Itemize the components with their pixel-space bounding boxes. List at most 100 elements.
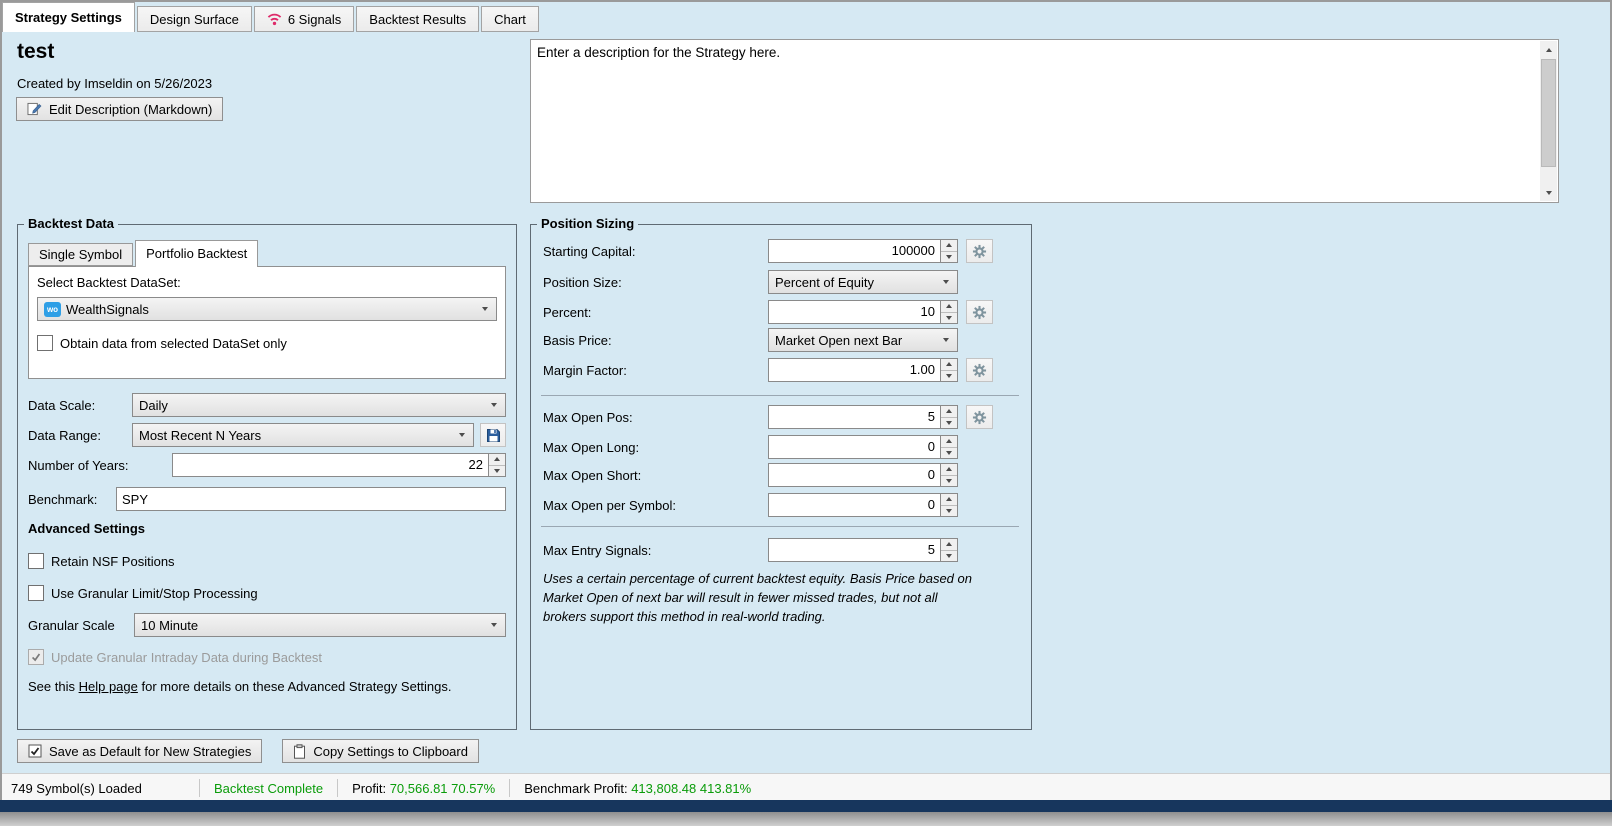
tab-signals[interactable]: 6 Signals [254,6,354,32]
position-size-row: Position Size: Percent of Equity [543,270,1019,294]
scroll-down-button[interactable] [1540,184,1557,201]
help-prefix: See this [28,679,79,694]
max-open-long-spinner[interactable]: 0 [768,435,958,459]
position-size-label: Position Size: [543,275,768,290]
margin-factor-gear-button[interactable] [966,358,993,382]
spin-up-button[interactable] [941,359,957,371]
margin-factor-spinner[interactable]: 1.00 [768,358,958,382]
position-size-value: Percent of Equity [775,275,939,290]
help-suffix: for more details on these Advanced Strat… [138,679,452,694]
percent-gear-button[interactable] [966,300,993,324]
spinner-stepper [940,359,957,381]
update-granular-checkbox[interactable] [28,649,44,665]
edit-pencil-icon [27,102,42,116]
granular-limit-checkbox[interactable] [28,585,44,601]
spin-up-button[interactable] [941,240,957,252]
spin-down-button[interactable] [941,418,957,429]
max-open-pos-label: Max Open Pos: [543,410,768,425]
max-open-pos-gear-button[interactable] [966,405,993,429]
tab-label: Backtest Results [369,12,466,27]
tab-portfolio-backtest[interactable]: Portfolio Backtest [135,240,258,267]
granular-scale-combobox[interactable]: 10 Minute [134,613,506,637]
granular-limit-row: Use Granular Limit/Stop Processing [28,583,258,603]
starting-capital-gear-button[interactable] [966,239,993,263]
scroll-up-button[interactable] [1540,41,1557,58]
spin-down-button[interactable] [941,252,957,263]
percent-value: 10 [769,301,940,323]
data-range-value: Most Recent N Years [139,428,455,443]
spin-up-button[interactable] [941,436,957,448]
description-scrollbar[interactable] [1540,41,1557,201]
tab-single-symbol[interactable]: Single Symbol [28,243,133,266]
obtain-only-label: Obtain data from selected DataSet only [60,336,287,351]
spin-up-button[interactable] [489,454,505,466]
save-data-range-button[interactable] [480,423,506,447]
scroll-track[interactable] [1540,168,1557,184]
description-editor[interactable]: Enter a description for the Strategy her… [530,39,1559,203]
max-open-pos-row: Max Open Pos: 5 [543,405,1019,429]
percent-row: Percent: 10 [543,300,1019,324]
data-range-combobox[interactable]: Most Recent N Years [132,423,474,447]
position-size-combobox[interactable]: Percent of Equity [768,270,958,294]
benchmark-label: Benchmark: [28,492,110,507]
spin-down-button[interactable] [941,448,957,459]
checked-checkbox-icon [28,744,42,758]
chevron-down-icon [939,338,953,342]
max-open-short-spinner[interactable]: 0 [768,463,958,487]
position-sizing-group: Position Sizing Starting Capital: 100000… [530,224,1032,730]
max-open-per-symbol-row: Max Open per Symbol: 0 [543,493,1019,517]
tab-label: 6 Signals [288,12,341,27]
spin-down-button[interactable] [941,313,957,324]
divider [541,395,1019,396]
desktop-background [0,812,1612,826]
copy-settings-label: Copy Settings to Clipboard [313,744,468,759]
backtest-data-tabs: Single Symbol Portfolio Backtest [28,240,260,266]
edit-description-button[interactable]: Edit Description (Markdown) [16,97,223,121]
spin-up-button[interactable] [941,464,957,476]
retain-nsf-checkbox[interactable] [28,553,44,569]
max-open-per-symbol-spinner[interactable]: 0 [768,493,958,517]
spin-up-button[interactable] [941,406,957,418]
max-entry-signals-spinner[interactable]: 5 [768,538,958,562]
spin-down-button[interactable] [489,466,505,477]
chevron-down-icon [455,433,469,437]
spin-up-button[interactable] [941,539,957,551]
profit-value: 70,566.81 70.57% [390,781,496,796]
starting-capital-spinner[interactable]: 100000 [768,239,958,263]
tab-design-surface[interactable]: Design Surface [137,6,252,32]
percent-spinner[interactable]: 10 [768,300,958,324]
obtain-only-checkbox[interactable] [37,335,53,351]
max-open-pos-spinner[interactable]: 5 [768,405,958,429]
dataset-combobox[interactable]: wo WealthSignals [37,297,497,321]
spin-up-button[interactable] [941,494,957,506]
spin-down-button[interactable] [941,551,957,562]
tab-strategy-settings[interactable]: Strategy Settings [2,2,135,32]
retain-nsf-label: Retain NSF Positions [51,554,175,569]
window-bottom-edge [0,800,1612,812]
tab-chart[interactable]: Chart [481,6,539,32]
basis-price-combobox[interactable]: Market Open next Bar [768,328,958,352]
data-scale-combobox[interactable]: Daily [132,393,506,417]
tab-backtest-results[interactable]: Backtest Results [356,6,479,32]
benchmark-value: SPY [122,492,148,507]
help-page-link[interactable]: Help page [79,679,138,694]
select-dataset-label: Select Backtest DataSet: [37,275,181,290]
edit-description-label: Edit Description (Markdown) [49,102,212,117]
granular-scale-row: Granular Scale 10 Minute [28,613,506,637]
save-as-default-button[interactable]: Save as Default for New Strategies [17,739,262,763]
copy-settings-button[interactable]: Copy Settings to Clipboard [282,739,479,763]
data-scale-label: Data Scale: [28,398,126,413]
spin-down-button[interactable] [941,476,957,487]
number-of-years-spinner[interactable]: 22 [172,453,506,477]
scroll-thumb[interactable] [1541,59,1556,167]
spin-down-button[interactable] [941,371,957,382]
divider [541,526,1019,527]
max-entry-signals-label: Max Entry Signals: [543,543,768,558]
spin-down-button[interactable] [941,506,957,517]
benchmark-row: Benchmark: SPY [28,487,506,511]
benchmark-input[interactable]: SPY [116,487,506,511]
update-granular-row: Update Granular Intraday Data during Bac… [28,647,322,667]
number-of-years-label: Number of Years: [28,458,166,473]
spinner-stepper [940,539,957,561]
spin-up-button[interactable] [941,301,957,313]
